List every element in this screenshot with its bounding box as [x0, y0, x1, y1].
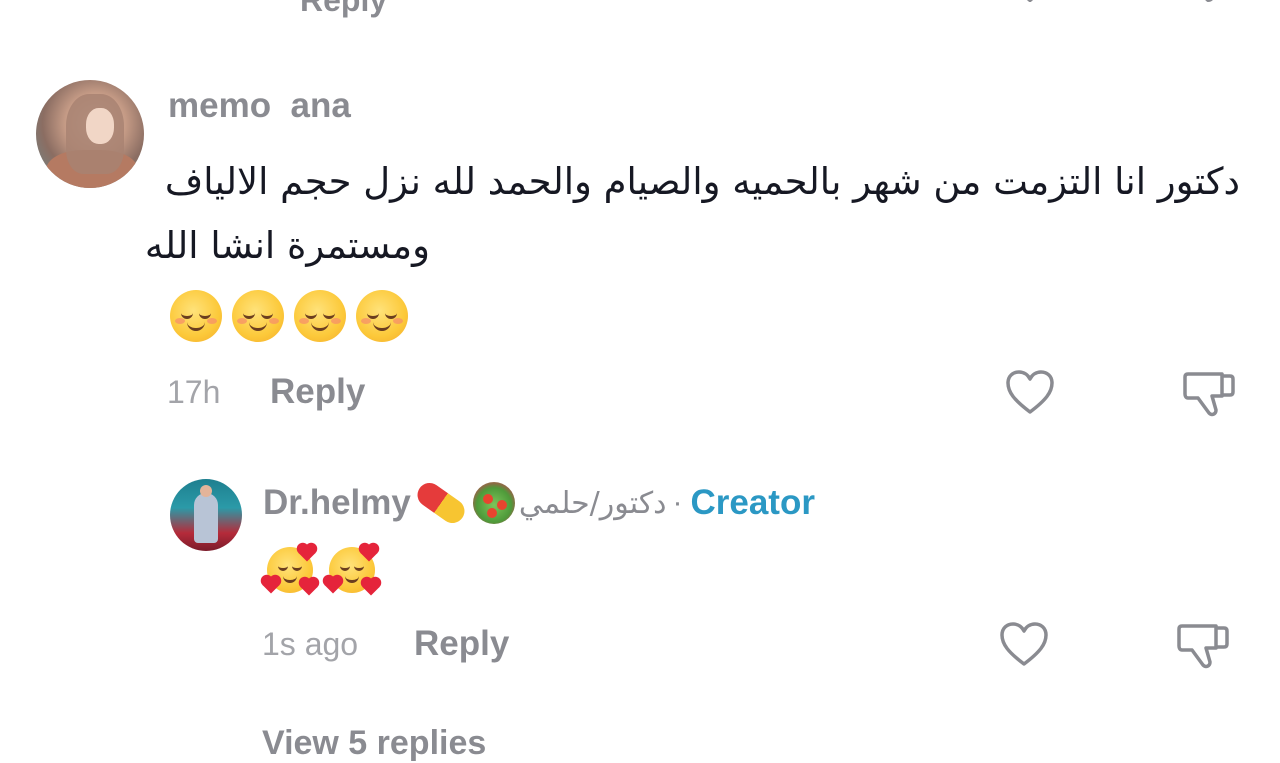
smiling-face-emoji-icon: [232, 290, 284, 342]
reply-button[interactable]: Reply: [414, 624, 509, 664]
avatar[interactable]: [36, 80, 144, 188]
previous-reply-button[interactable]: Reply: [300, 0, 387, 19]
reply-timestamp: 1s ago: [262, 626, 359, 662]
smiling-face-emoji-icon: [170, 290, 222, 342]
previous-comment-actions: Reply: [0, 0, 1280, 18]
creator-badge: Creator: [690, 483, 815, 522]
smiling-face-emoji-icon: [356, 290, 408, 342]
thumbs-down-icon[interactable]: [1182, 366, 1236, 418]
comment-text-line: ومستمرة انشا الله: [144, 224, 430, 267]
smiling-face-with-hearts-emoji-icon: [262, 543, 318, 597]
avatar-face-shape: [86, 108, 114, 144]
thumbs-down-icon[interactable]: [1184, 0, 1232, 2]
reply-button[interactable]: Reply: [270, 372, 365, 412]
comment-text: دكتور انا التزمت من شهر بالحميه والصيام …: [144, 150, 1240, 278]
creator-arabic-name: دكتور/حلمي: [518, 485, 667, 521]
creator-username-row: Dr.helmy دكتور/حلمي · Creator: [263, 478, 815, 528]
avatar-person-shape: [194, 493, 218, 543]
reply-emoji-row: [262, 543, 380, 597]
thumbs-down-icon[interactable]: [1176, 618, 1230, 670]
creator-avatar[interactable]: [170, 479, 242, 551]
creator-username[interactable]: Dr.helmy: [263, 483, 411, 523]
smiling-face-emoji-icon: [294, 290, 346, 342]
comment-timestamp: 17h: [167, 374, 221, 410]
view-replies-link[interactable]: View 5 replies: [262, 724, 486, 763]
heart-icon[interactable]: [1008, 0, 1052, 2]
smiling-face-with-hearts-emoji-icon: [324, 543, 380, 597]
avatar-head-shape: [200, 485, 212, 497]
salad-emoji-icon: [472, 482, 515, 524]
comment-username[interactable]: memo ana: [168, 86, 351, 126]
pill-emoji-icon: [412, 478, 470, 528]
heart-icon[interactable]: [1004, 368, 1056, 418]
comment-emoji-row: [170, 290, 408, 342]
separator-dot: ·: [672, 486, 683, 519]
comment-text-line: دكتور انا التزمت من شهر بالحميه والصيام …: [164, 160, 1240, 203]
heart-icon[interactable]: [998, 620, 1050, 670]
